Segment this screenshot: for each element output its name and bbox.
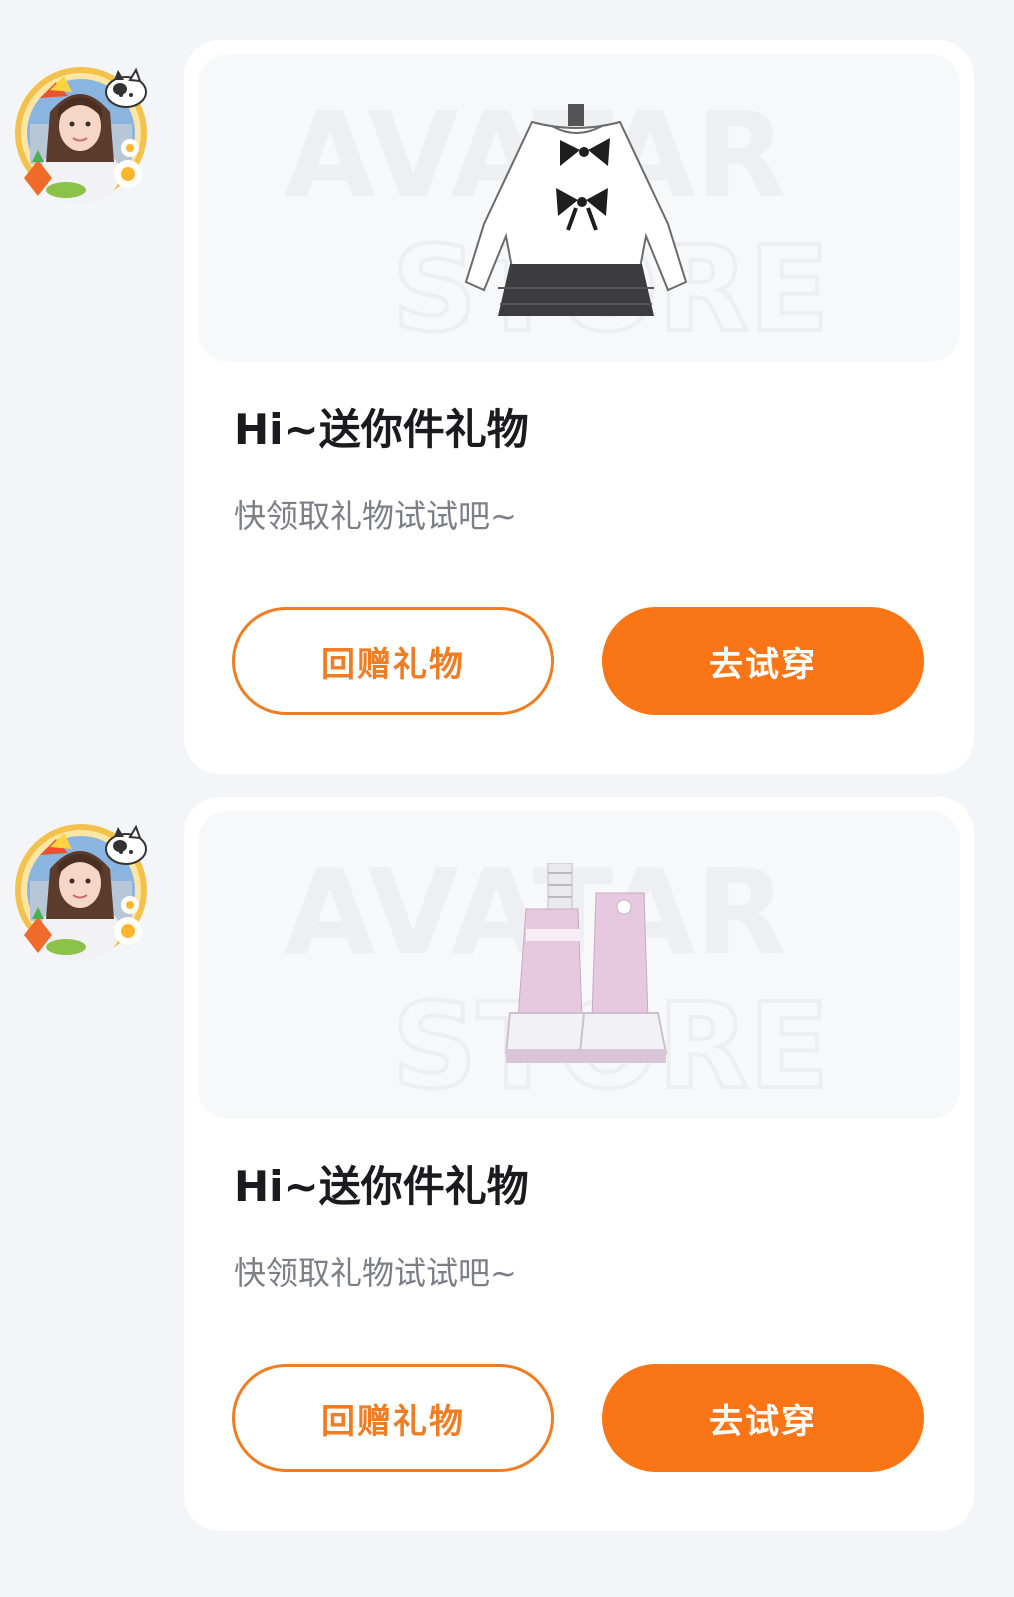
- gift-card: AVATAR STORE Hi~送你件礼物 快领取礼物试试吧~ 回赠礼物 去试穿: [184, 797, 974, 1531]
- gift-subtitle: 快领取礼物试试吧~: [234, 1254, 517, 1292]
- gift-subtitle: 快领取礼物试试吧~: [234, 497, 517, 535]
- sweater-skirt-outfit-icon: [464, 104, 688, 316]
- gift-title: Hi~送你件礼物: [234, 1162, 529, 1211]
- gift-title: Hi~送你件礼物: [234, 405, 529, 454]
- sender-avatar[interactable]: [10, 62, 152, 204]
- gift-item-preview[interactable]: AVATAR STORE: [198, 811, 960, 1119]
- return-gift-button[interactable]: 回赠礼物: [232, 1364, 554, 1472]
- try-on-button[interactable]: 去试穿: [602, 607, 924, 715]
- try-on-button[interactable]: 去试穿: [602, 1364, 924, 1472]
- gift-card: AVATAR STORE Hi~送你件礼物 快领取礼物试试吧~ 回赠礼物 去试穿: [184, 40, 974, 774]
- return-gift-button[interactable]: 回赠礼物: [232, 607, 554, 715]
- pink-boots-icon: [504, 863, 668, 1063]
- sender-avatar[interactable]: [10, 819, 152, 961]
- gift-item-preview[interactable]: AVATAR STORE: [198, 54, 960, 362]
